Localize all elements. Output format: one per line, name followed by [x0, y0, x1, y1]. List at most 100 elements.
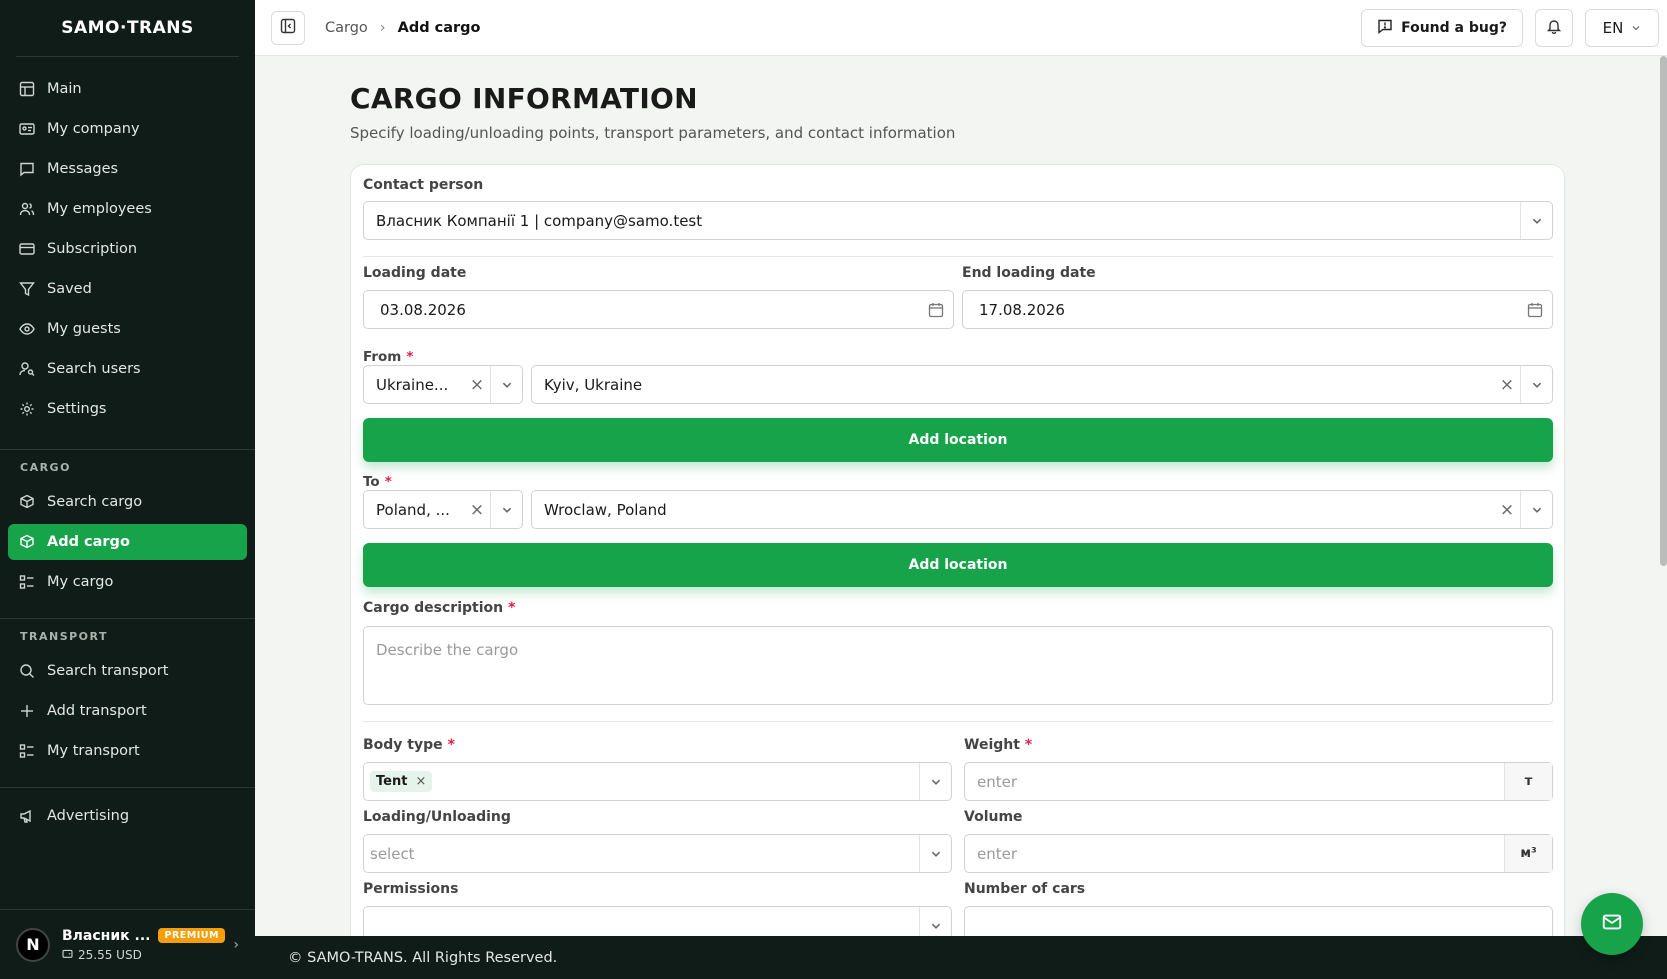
sidebar-item-label: My company [47, 121, 140, 137]
sidebar-item-add-cargo[interactable]: Add cargo [8, 524, 247, 560]
sidebar-item-my-employees[interactable]: My employees [8, 191, 247, 227]
sidebar-item-subscription[interactable]: Subscription [8, 231, 247, 267]
contact-person-select[interactable]: Власник Компанії 1 | company@samo.test [363, 201, 1553, 240]
sidebar-item-label: Add transport [47, 703, 147, 719]
app-logo[interactable]: SAMO·TRANS [16, 0, 239, 57]
page-title: CARGO INFORMATION [350, 82, 698, 115]
sidebar-item-main[interactable]: Main [8, 71, 247, 107]
required-mark: * [384, 474, 392, 490]
from-country-value: Ukraine... [376, 375, 449, 394]
description-placeholder: Describe the cargo [376, 641, 519, 659]
sidebar-item-search-users[interactable]: Search users [8, 351, 247, 387]
sidebar-item-settings[interactable]: Settings [8, 391, 247, 427]
card-icon [18, 240, 36, 258]
main-content: CARGO INFORMATION Specify loading/unload… [255, 56, 1667, 936]
loading-date-value: 03.08.2026 [380, 300, 466, 319]
sidebar-item-my-company[interactable]: My company [8, 111, 247, 147]
remove-tag-icon[interactable]: × [415, 774, 426, 789]
users-icon [18, 200, 36, 218]
gear-icon [18, 400, 36, 418]
chevron-down-icon [1520, 202, 1552, 239]
profile-balance: 25.55 USD [78, 947, 142, 962]
sidebar-item-my-cargo[interactable]: My cargo [8, 564, 247, 600]
sidebar-item-messages[interactable]: Messages [8, 151, 247, 187]
sidebar-item-label: My guests [47, 321, 121, 337]
sidebar-divider [0, 787, 255, 788]
notifications-button[interactable] [1535, 8, 1573, 47]
sidebar-item-label: Settings [47, 401, 107, 417]
from-label: From * [363, 349, 413, 365]
main-nav: Main My company Messages My employees Su… [0, 57, 255, 427]
sidebar-item-my-transport[interactable]: My transport [8, 733, 247, 769]
sidebar-item-saved[interactable]: Saved [8, 271, 247, 307]
page-scrollbar[interactable] [1660, 56, 1667, 566]
volume-input[interactable]: enter м³ [964, 834, 1553, 873]
contact-label-text: Contact person [363, 177, 484, 193]
language-select[interactable]: EN [1585, 8, 1659, 47]
from-city-value: Kyiv, Ukraine [544, 375, 643, 394]
body-type-tag: Tent × [370, 771, 433, 792]
chevron-down-icon [1631, 19, 1641, 37]
sidebar-item-label: My employees [47, 201, 152, 217]
to-city-select[interactable]: Wroclaw, Poland × [531, 490, 1553, 529]
profile-info: Власник ... PREMIUM 25.55 USD [62, 928, 233, 962]
sidebar-divider [0, 618, 255, 619]
user-profile[interactable]: N Власник ... PREMIUM 25.55 USD › [0, 909, 255, 979]
chevron-down-icon [919, 763, 951, 800]
permissions-label: Permissions [363, 881, 459, 897]
weight-unit: т [1504, 763, 1552, 800]
sidebar-item-search-transport[interactable]: Search transport [8, 653, 247, 689]
top-actions: Found a bug? EN [1361, 8, 1659, 47]
table-icon [18, 80, 36, 98]
sidebar-item-label: Search cargo [47, 494, 143, 510]
add-location-button[interactable]: Add location [363, 543, 1553, 587]
sidebar-item-label: Subscription [47, 241, 138, 257]
found-bug-button[interactable]: Found a bug? [1361, 8, 1523, 47]
body-type-select[interactable]: Tent × [363, 762, 952, 801]
contact-support-button[interactable] [1581, 893, 1643, 955]
bell-icon [1546, 18, 1562, 38]
breadcrumb-cargo[interactable]: Cargo [325, 20, 368, 36]
list-icon [18, 742, 36, 760]
sidebar-item-search-cargo[interactable]: Search cargo [8, 484, 247, 520]
sidebar-item-my-guests[interactable]: My guests [8, 311, 247, 347]
volume-label: Volume [964, 809, 1023, 825]
weight-input[interactable]: enter т [964, 762, 1553, 801]
clear-icon[interactable]: × [464, 500, 490, 520]
end-loading-date-input[interactable]: 17.08.2026 [962, 290, 1553, 329]
top-bar: Cargo › Add cargo Found a bug? EN [255, 0, 1667, 56]
sidebar-item-label: Search users [47, 361, 141, 377]
chevron-down-icon [490, 366, 522, 403]
from-country-select[interactable]: Ukraine... × [363, 365, 523, 404]
box-plus-icon [18, 533, 36, 551]
clear-icon[interactable]: × [1494, 375, 1520, 395]
required-mark: * [1024, 737, 1033, 753]
loading-date-input[interactable]: 03.08.2026 [363, 290, 954, 329]
weight-label: Weight * [964, 737, 1032, 753]
permissions-select[interactable] [363, 906, 952, 936]
sidebar-item-add-transport[interactable]: Add transport [8, 693, 247, 729]
body-type-tag-label: Tent [376, 774, 408, 789]
sidebar-toggle-button[interactable] [271, 10, 305, 45]
sidebar: SAMO·TRANS Main My company Messages My e… [0, 0, 255, 979]
premium-badge: PREMIUM [158, 928, 225, 943]
id-card-icon [18, 120, 36, 138]
from-city-select[interactable]: Kyiv, Ukraine × [531, 365, 1553, 404]
sidebar-item-advertising[interactable]: Advertising [8, 798, 247, 834]
chevron-down-icon [1520, 491, 1552, 528]
profile-balance-row: 25.55 USD [62, 948, 233, 962]
body-type-tags: Tent × [364, 771, 919, 792]
loading-unloading-select[interactable]: select [363, 834, 952, 873]
panel-collapse-icon [280, 18, 296, 38]
mail-icon [1601, 911, 1623, 937]
to-city-value: Wroclaw, Poland [544, 500, 667, 519]
to-country-select[interactable]: Poland, ... × [363, 490, 523, 529]
sidebar-divider [0, 449, 255, 450]
number-of-cars-input[interactable] [964, 906, 1553, 936]
weight-placeholder: enter [977, 772, 1018, 791]
cargo-description-textarea[interactable]: Describe the cargo [363, 626, 1553, 705]
required-mark: * [508, 600, 516, 616]
clear-icon[interactable]: × [464, 375, 490, 395]
add-location-button[interactable]: Add location [363, 418, 1553, 462]
clear-icon[interactable]: × [1494, 500, 1520, 520]
